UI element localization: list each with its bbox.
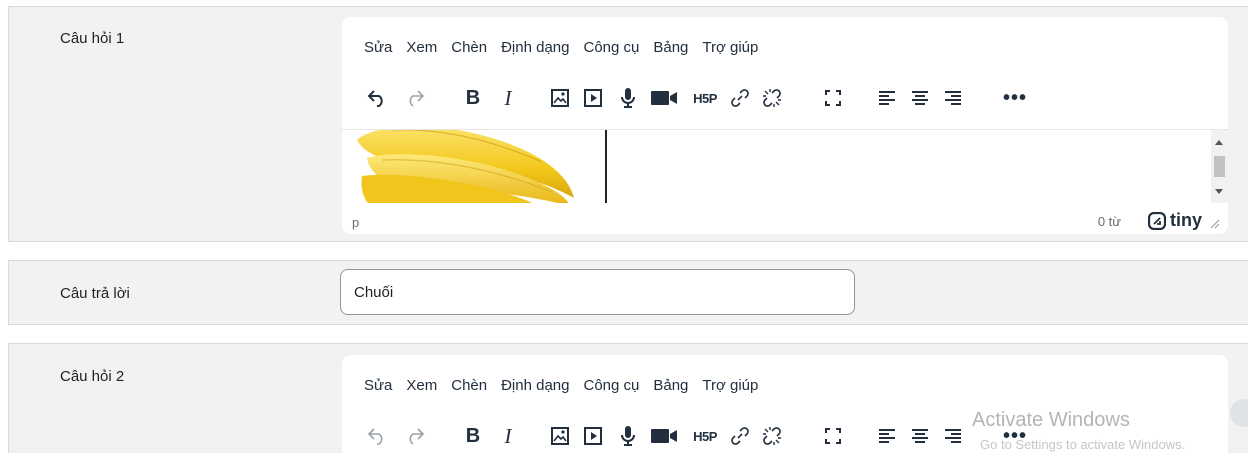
unlink-icon[interactable] [757,83,787,113]
editor-content-area[interactable] [342,129,1228,203]
fullscreen-icon[interactable] [818,83,848,113]
banana-image [357,130,574,203]
answer-1-label: Câu trả lời [60,285,130,302]
editor-statusbar: p 0 từ tiny [342,203,1228,234]
editor-menubar: Sửa Xem Chèn Định dạng Công cụ Bảng Trợ … [364,39,772,56]
editor-scrollbar[interactable] [1211,130,1228,203]
answer-1-row: Câu trả lời Chuối [8,260,1248,325]
question-1-row: Câu hỏi 1 Sửa Xem Chèn Định dạng Công cụ… [8,6,1248,242]
h5p-icon[interactable]: H5P [688,83,722,113]
scroll-thumb[interactable] [1214,156,1225,177]
menu-insert[interactable]: Chèn [451,39,487,56]
question-1-label: Câu hỏi 1 [60,30,125,47]
question-1-editor[interactable]: Sửa Xem Chèn Định dạng Công cụ Bảng Trợ … [342,17,1228,234]
editor-menubar: Sửa Xem Chèn Định dạng Công cụ Bảng Trợ … [364,377,772,394]
italic-icon[interactable]: I [493,83,523,113]
align-right-icon[interactable] [938,83,968,113]
menu-edit[interactable]: Sửa [364,39,392,56]
menu-table[interactable]: Bảng [653,377,688,394]
menu-view[interactable]: Xem [406,377,437,394]
more-options-icon[interactable]: ••• [1000,83,1030,113]
resize-handle-icon[interactable] [1210,219,1220,229]
image-icon[interactable] [545,83,575,113]
bold-icon[interactable]: B [458,83,488,113]
scroll-down-arrow-icon[interactable] [1215,189,1223,194]
menu-view[interactable]: Xem [406,39,437,56]
tiny-logo-icon [1147,211,1166,230]
link-icon[interactable] [725,83,755,113]
question-2-label: Câu hỏi 2 [60,368,125,385]
activate-windows-subtitle: Go to Settings to activate Windows. [980,437,1186,452]
answer-1-input[interactable]: Chuối [340,269,855,315]
menu-format[interactable]: Định dạng [501,39,569,56]
redo-icon[interactable] [400,83,430,113]
menu-tools[interactable]: Công cụ [583,39,639,56]
menu-format[interactable]: Định dạng [501,377,569,394]
image-border [605,130,607,203]
media-icon[interactable] [578,83,608,113]
scroll-up-arrow-icon[interactable] [1215,140,1223,145]
undo-icon[interactable] [362,83,392,113]
menu-edit[interactable]: Sửa [364,377,392,394]
activate-windows-watermark: Activate Windows [972,409,1130,431]
align-left-icon[interactable] [872,83,902,113]
word-count[interactable]: 0 từ [1098,214,1121,229]
menu-tools[interactable]: Công cụ [583,377,639,394]
menu-insert[interactable]: Chèn [451,377,487,394]
editor-toolbar: B I H5P ••• [362,83,1162,113]
align-center-icon[interactable] [905,83,935,113]
tiny-logo[interactable]: tiny [1147,210,1202,231]
video-camera-icon[interactable] [647,83,681,113]
tiny-logo-text: tiny [1169,210,1202,230]
menu-help[interactable]: Trợ giúp [702,39,758,56]
menu-help[interactable]: Trợ giúp [702,377,758,394]
element-path[interactable]: p [352,215,359,230]
menu-table[interactable]: Bảng [653,39,688,56]
microphone-icon[interactable] [613,83,643,113]
